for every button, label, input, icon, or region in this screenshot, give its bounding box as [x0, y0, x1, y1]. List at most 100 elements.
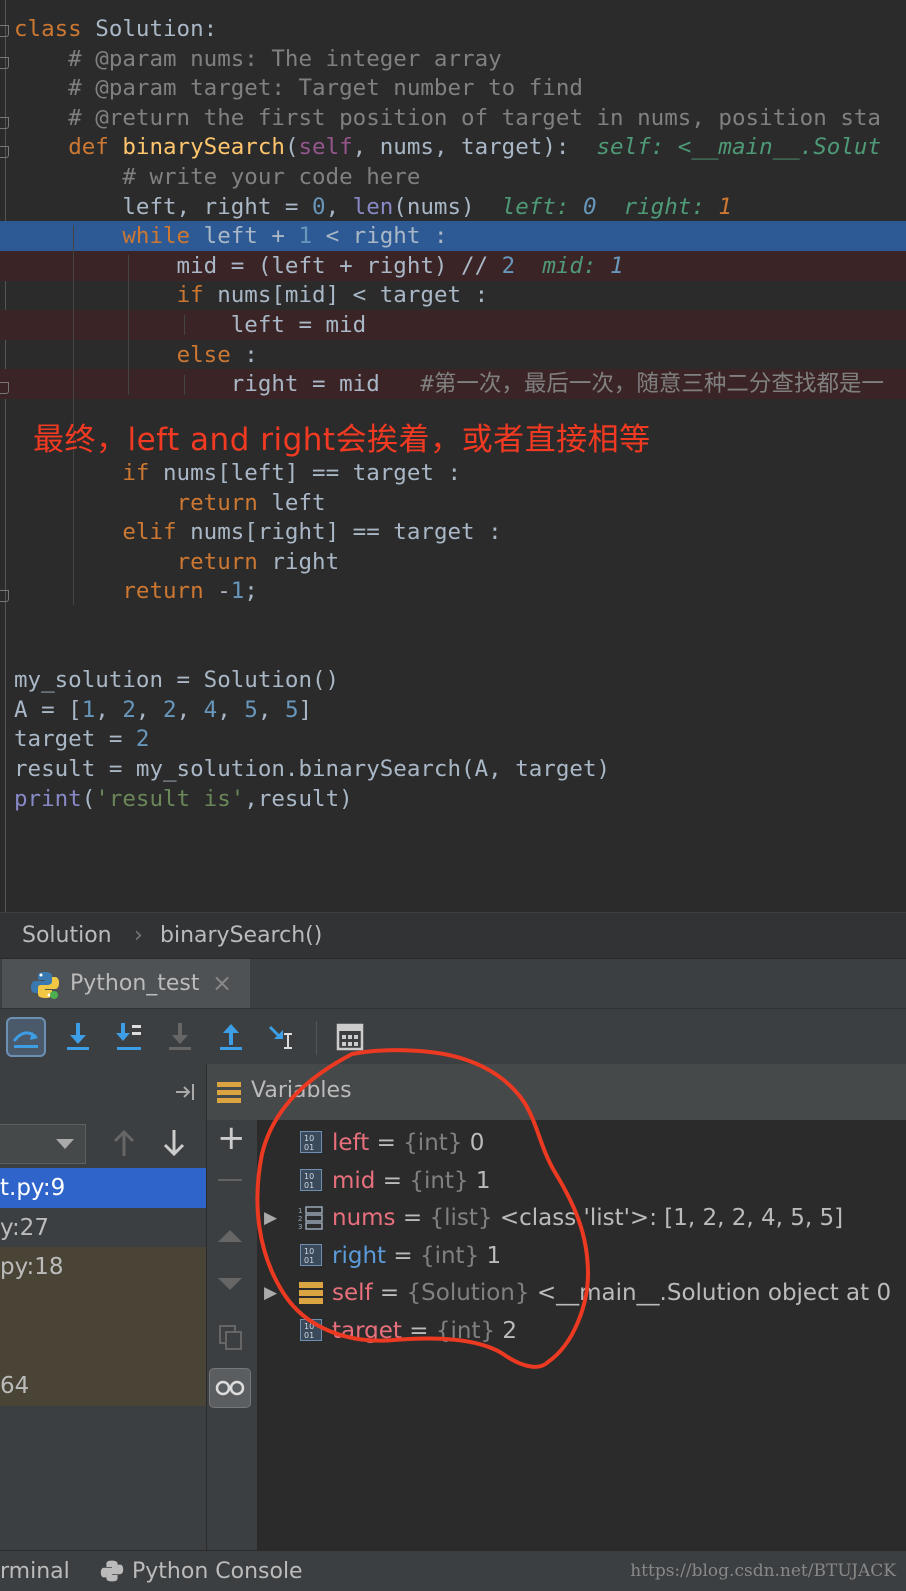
- frame-row[interactable]: t.py:9: [0, 1168, 206, 1208]
- code-editor[interactable]: class Solution: # @param nums: The integ…: [0, 0, 906, 912]
- close-icon[interactable]: ×: [212, 969, 232, 997]
- step-out-button[interactable]: [211, 1017, 251, 1057]
- code-token: 0: [582, 193, 597, 220]
- code-token: left:: [501, 193, 583, 220]
- code-line[interactable]: class Solution:: [0, 14, 906, 44]
- code-line[interactable]: def binarySearch(self, nums, target): se…: [0, 132, 906, 162]
- chevron-down-icon: [56, 1139, 74, 1149]
- code-line[interactable]: target = 2: [0, 724, 906, 754]
- add-watch-icon[interactable]: +: [217, 1118, 246, 1158]
- code-line[interactable]: elif nums[right] == target :: [0, 517, 906, 547]
- copy-icon[interactable]: [218, 1324, 244, 1350]
- code-token: (: [284, 134, 299, 161]
- expand-arrow-icon[interactable]: ▶: [264, 1274, 277, 1312]
- code-line[interactable]: print('result is',result): [0, 784, 906, 814]
- variable-type: {int}: [409, 1167, 469, 1194]
- code-token: ,result): [244, 785, 353, 812]
- run-to-cursor-button[interactable]: [263, 1017, 303, 1057]
- code-token: len: [352, 193, 394, 220]
- code-line[interactable]: my_solution = Solution(): [0, 665, 906, 695]
- frame-row[interactable]: 64: [0, 1365, 206, 1406]
- fold-marker-icon[interactable]: [0, 57, 9, 69]
- move-up-icon[interactable]: [218, 1228, 242, 1242]
- code-line[interactable]: right = mid #第一次，最后一次，随意三种二分查找都是一: [0, 369, 906, 400]
- frame-row[interactable]: py:18: [0, 1247, 206, 1287]
- code-token: 2: [135, 726, 150, 753]
- arrow-up-icon[interactable]: [112, 1128, 136, 1158]
- code-token: return: [122, 578, 204, 605]
- code-line[interactable]: [0, 636, 906, 666]
- evaluate-expression-button[interactable]: [330, 1017, 370, 1057]
- code-line[interactable]: # @param target: Target number to find: [0, 73, 906, 103]
- code-line[interactable]: A = [1, 2, 2, 4, 5, 5]: [0, 695, 906, 725]
- code-token: nums[left] == target :: [149, 460, 462, 486]
- frame-row[interactable]: [0, 1326, 206, 1366]
- watermark: https://blog.csdn.net/BTUJACK: [630, 1561, 896, 1581]
- code-line[interactable]: return right: [0, 547, 906, 577]
- variable-name: right: [332, 1242, 387, 1269]
- code-token: ,: [176, 696, 204, 723]
- variable-value: 1: [475, 1167, 491, 1194]
- variable-row[interactable]: ▶ self = {Solution} <__main__.Solution ob…: [258, 1274, 906, 1312]
- fold-marker-icon[interactable]: [0, 382, 9, 394]
- code-token: right:: [596, 193, 719, 220]
- equals-sign: =: [386, 1242, 420, 1269]
- indent-guide: [184, 375, 185, 395]
- expand-arrow-icon[interactable]: ▶: [264, 1199, 277, 1237]
- code-token: right: [257, 548, 340, 575]
- variable-row[interactable]: 10 01 right = {int} 1: [258, 1237, 906, 1275]
- python-console-icon: [100, 1560, 124, 1582]
- code-token: # @param target: Target number to find: [14, 75, 583, 102]
- variable-name: self: [332, 1280, 373, 1307]
- fold-marker-icon[interactable]: [0, 117, 9, 129]
- fold-marker-icon[interactable]: [0, 25, 9, 37]
- terminal-tab[interactable]: rminal: [0, 1559, 70, 1584]
- code-token: my_solution = Solution(): [14, 667, 340, 694]
- move-down-icon[interactable]: [218, 1278, 242, 1292]
- remove-watch-icon[interactable]: —: [217, 1164, 243, 1194]
- show-watches-toggle[interactable]: [209, 1368, 251, 1408]
- frame-row[interactable]: [0, 1286, 206, 1327]
- code-token: return: [176, 548, 258, 575]
- code-line[interactable]: [0, 606, 906, 636]
- step-into-my-code-button[interactable]: [108, 1017, 148, 1057]
- variable-row[interactable]: ▶ 1 2 3 nums = {list} <class 'list'>: [1, 2,…: [258, 1199, 906, 1237]
- code-line[interactable]: while left + 1 < right :: [0, 221, 906, 252]
- variables-header: Variables: [207, 1064, 906, 1121]
- step-out-icon: [220, 1024, 242, 1050]
- code-line[interactable]: # @return the first position of target i…: [0, 103, 906, 133]
- thread-selector[interactable]: [0, 1124, 86, 1164]
- code-line[interactable]: else :: [0, 340, 906, 370]
- code-line[interactable]: # @param nums: The integer array: [0, 44, 906, 74]
- variable-row[interactable]: 10 01 mid = {int} 1: [258, 1162, 906, 1200]
- force-step-into-button[interactable]: [160, 1017, 200, 1057]
- show-execution-point-button[interactable]: [6, 1017, 46, 1057]
- code-line[interactable]: if nums[left] == target :: [0, 458, 906, 488]
- variable-row[interactable]: 10 01 target = {int} 2: [258, 1312, 906, 1350]
- variable-value: 0: [469, 1130, 485, 1156]
- variable-row[interactable]: 10 01 left = {int} 0: [258, 1124, 906, 1162]
- code-line[interactable]: left = mid: [0, 310, 906, 340]
- python-console-tab[interactable]: Python Console: [132, 1559, 303, 1584]
- code-line[interactable]: result = my_solution.binarySearch(A, tar…: [0, 754, 906, 784]
- arrow-down-icon[interactable]: [162, 1128, 186, 1158]
- tab-python-test[interactable]: Python_test ×: [2, 959, 250, 1009]
- frame-label: y:27: [0, 1214, 49, 1241]
- step-over-button[interactable]: [58, 1017, 98, 1057]
- code-line[interactable]: if nums[mid] < target :: [0, 280, 906, 310]
- code-line[interactable]: return left: [0, 488, 906, 518]
- code-line[interactable]: # write your code here: [0, 162, 906, 192]
- code-token: 1: [610, 252, 624, 279]
- code-token: ,: [95, 696, 123, 723]
- code-line[interactable]: mid = (left + right) // 2 mid: 1: [0, 250, 906, 281]
- code-token: else: [176, 341, 231, 368]
- breadcrumb-method[interactable]: binarySearch(): [160, 923, 322, 948]
- restore-layout-icon[interactable]: [174, 1082, 198, 1102]
- code-line[interactable]: return -1;: [0, 576, 906, 606]
- breadcrumb-class[interactable]: Solution: [22, 923, 112, 948]
- frame-row[interactable]: y:27: [0, 1208, 206, 1248]
- code-line[interactable]: left, right = 0, len(nums) left: 0 right…: [0, 192, 906, 222]
- svg-text:1: 1: [298, 1207, 302, 1215]
- fold-marker-icon[interactable]: [0, 146, 9, 158]
- fold-marker-icon[interactable]: [0, 590, 9, 602]
